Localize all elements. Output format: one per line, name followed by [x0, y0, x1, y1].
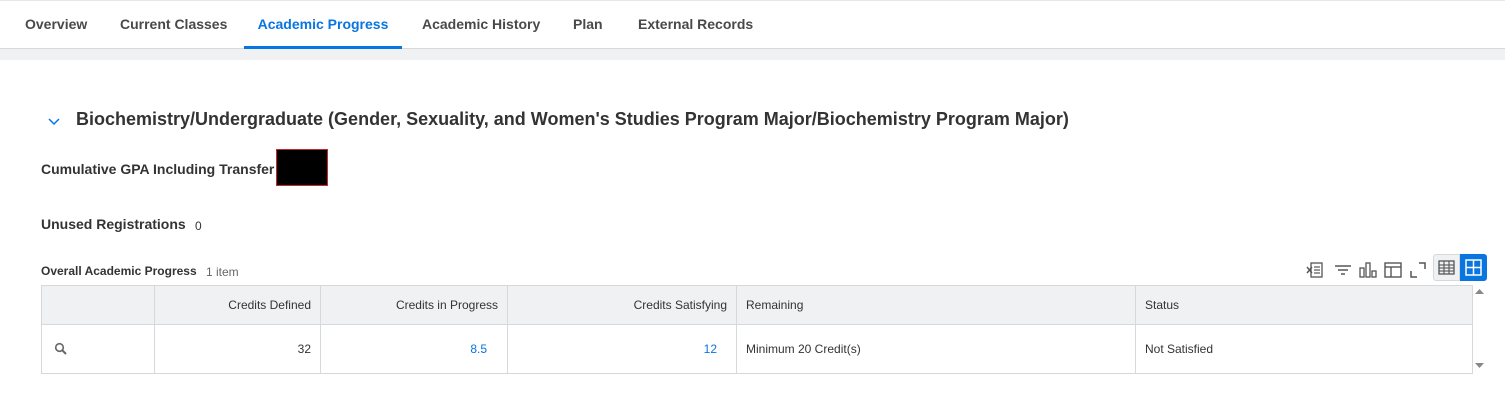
grid-view-icon	[1465, 259, 1482, 276]
tab-academic-progress[interactable]: Academic Progress	[244, 1, 402, 50]
remaining-cell: Minimum 20 Credit(s)	[736, 324, 1136, 374]
table-row: 32 8.5 12 Minimum 20 Credit(s) Not Satis…	[41, 324, 1473, 374]
credits-defined-cell: 32	[154, 324, 321, 374]
chart-icon[interactable]	[1358, 260, 1378, 280]
column-header-credits-defined[interactable]: Credits Defined	[154, 285, 321, 325]
vertical-scrollbar[interactable]	[1472, 285, 1487, 374]
tab-bar: Overview Current Classes Academic Progre…	[0, 0, 1505, 50]
header-divider-band	[0, 49, 1505, 60]
tab-academic-history[interactable]: Academic History	[422, 1, 540, 49]
columns-icon[interactable]	[1383, 260, 1403, 280]
chevron-down-icon[interactable]	[46, 113, 62, 129]
credits-in-progress-cell[interactable]: 8.5	[320, 324, 508, 374]
scroll-up-icon[interactable]	[1475, 289, 1484, 294]
search-icon[interactable]	[54, 342, 68, 356]
tab-external-records[interactable]: External Records	[638, 1, 753, 49]
gpa-value-redacted	[276, 149, 328, 186]
filter-icon[interactable]	[1333, 260, 1353, 280]
unused-registrations-label: Unused Registrations	[41, 216, 186, 232]
credits-in-progress-link[interactable]: 8.5	[470, 342, 487, 356]
fullscreen-icon[interactable]	[1408, 260, 1428, 280]
credits-satisfying-cell[interactable]: 12	[507, 324, 737, 374]
unused-registrations-value: 0	[195, 219, 202, 233]
academic-progress-grid: Credits Defined Credits in Progress Cred…	[41, 285, 1473, 374]
table-view-toggle[interactable]	[1433, 254, 1460, 281]
grid-title: Overall Academic Progress	[41, 264, 197, 278]
status-cell: Not Satisfied	[1135, 324, 1473, 374]
grid-header-row: Credits Defined Credits in Progress Cred…	[41, 285, 1473, 325]
column-header-credits-satisfying[interactable]: Credits Satisfying	[507, 285, 737, 325]
column-header-remaining[interactable]: Remaining	[736, 285, 1136, 325]
scroll-down-icon[interactable]	[1475, 363, 1484, 368]
grid-view-toggle[interactable]	[1460, 254, 1487, 281]
column-header-credits-in-progress[interactable]: Credits in Progress	[320, 285, 508, 325]
section-title: Biochemistry/Undergraduate (Gender, Sexu…	[76, 109, 1069, 129]
grid-item-count: 1 item	[206, 265, 239, 279]
tab-current-classes[interactable]: Current Classes	[120, 1, 227, 49]
export-excel-icon[interactable]	[1305, 260, 1325, 280]
column-header-select	[41, 285, 155, 325]
row-view-cell[interactable]	[41, 324, 155, 374]
gpa-label: Cumulative GPA Including Transfer	[41, 161, 275, 177]
credits-satisfying-link[interactable]: 12	[704, 342, 717, 356]
table-view-icon	[1438, 260, 1455, 275]
tab-overview[interactable]: Overview	[25, 1, 87, 49]
tab-plan[interactable]: Plan	[573, 1, 603, 49]
column-header-status[interactable]: Status	[1135, 285, 1473, 325]
